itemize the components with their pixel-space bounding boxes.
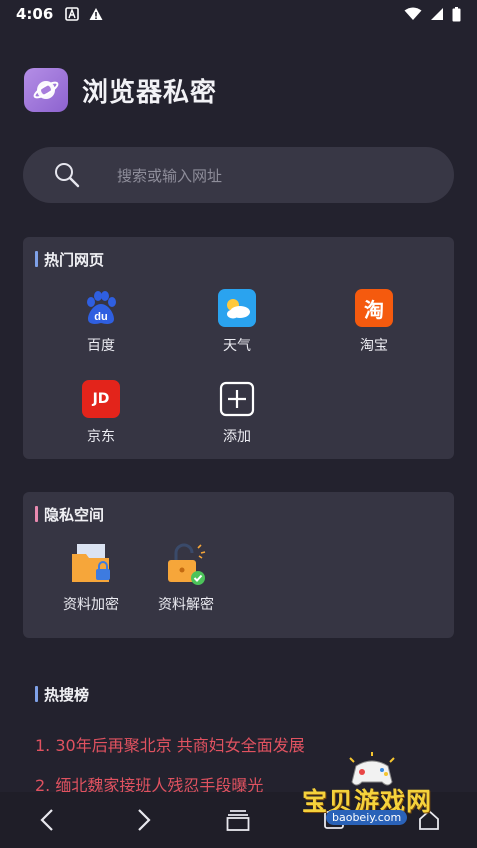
watermark: 宝贝游戏网 baobeiy.com bbox=[302, 752, 452, 832]
site-weather[interactable]: 天气 bbox=[197, 289, 277, 355]
decrypt-data-button[interactable]: 资料解密 bbox=[146, 542, 226, 614]
back-button[interactable] bbox=[28, 800, 68, 840]
hot-search-item[interactable]: 1. 30年后再聚北京 共商妇女全面发展 bbox=[35, 732, 305, 756]
warning-icon bbox=[89, 8, 103, 20]
tabs-button[interactable] bbox=[218, 800, 258, 840]
site-label: 添加 bbox=[223, 429, 251, 445]
add-site-button[interactable]: 添加 bbox=[197, 380, 277, 446]
svg-text:du: du bbox=[94, 311, 107, 323]
signal-icon bbox=[431, 8, 443, 20]
folder-lock-icon bbox=[69, 542, 113, 586]
search-placeholder: 搜索或输入网址 bbox=[117, 166, 223, 185]
search-icon bbox=[55, 163, 80, 188]
private-label: 资料加密 bbox=[63, 597, 119, 613]
jd-icon: JD bbox=[82, 380, 120, 418]
app-title: 浏览器私密 bbox=[82, 77, 218, 108]
app-header: 浏览器私密 bbox=[24, 68, 217, 112]
font-notification-icon bbox=[65, 7, 80, 21]
baidu-icon: du bbox=[82, 289, 120, 327]
site-label: 天气 bbox=[223, 338, 251, 354]
private-label: 资料解密 bbox=[158, 597, 214, 613]
status-time: 4:06 bbox=[16, 5, 54, 23]
site-baidu[interactable]: du 百度 bbox=[61, 289, 141, 355]
private-space-card: 隐私空间 资料加密 资料解密 bbox=[23, 492, 454, 638]
battery-icon bbox=[452, 6, 461, 21]
chevron-left-icon bbox=[40, 809, 53, 831]
site-taobao[interactable]: 淘 淘宝 bbox=[334, 289, 414, 355]
taobao-icon: 淘 bbox=[355, 289, 393, 327]
watermark-url: baobeiy.com bbox=[326, 810, 408, 825]
hot-search-title: 热搜榜 bbox=[35, 684, 89, 705]
tabs-icon bbox=[227, 810, 250, 831]
private-space-title: 隐私空间 bbox=[35, 504, 104, 525]
site-label: 京东 bbox=[87, 429, 115, 445]
status-bar: 4:06 bbox=[0, 0, 477, 28]
wifi-icon bbox=[404, 7, 422, 20]
chevron-right-icon bbox=[138, 809, 151, 831]
hot-sites-title: 热门网页 bbox=[35, 249, 104, 270]
site-label: 百度 bbox=[87, 338, 115, 354]
site-jd[interactable]: JD 京东 bbox=[61, 380, 141, 446]
encrypt-data-button[interactable]: 资料加密 bbox=[51, 542, 131, 614]
unlock-icon bbox=[164, 542, 208, 586]
forward-button[interactable] bbox=[123, 800, 163, 840]
search-bar[interactable]: 搜索或输入网址 bbox=[23, 147, 454, 203]
site-label: 淘宝 bbox=[360, 338, 388, 354]
weather-icon bbox=[218, 289, 256, 327]
add-icon bbox=[218, 380, 256, 418]
hot-sites-card: 热门网页 du 百度 天气 淘 淘宝 JD 京东 添加 bbox=[23, 237, 454, 459]
app-logo-icon bbox=[24, 68, 68, 112]
